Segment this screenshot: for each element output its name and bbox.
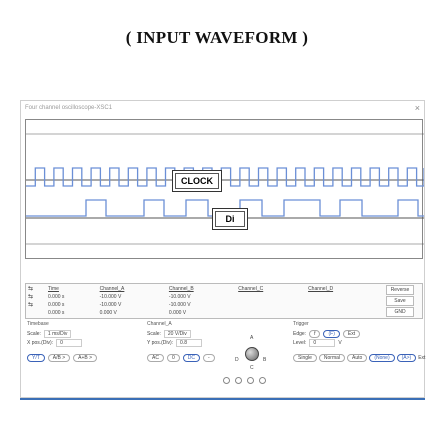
minus-coupling-button[interactable]: -	[202, 353, 215, 362]
trigger-header: Trigger	[293, 321, 309, 327]
yt-mode-button[interactable]: Y/T	[27, 353, 45, 362]
knob-label-c: C	[250, 365, 254, 371]
col-channel-b: Channel_B	[168, 286, 194, 292]
col-time: Time	[48, 286, 59, 292]
none-mode-button[interactable]: (None)	[369, 353, 395, 362]
col-channel-c: Channel_C	[238, 286, 264, 292]
edge-ext-button[interactable]: Ext	[342, 329, 361, 338]
window-title: Four channel oscilloscope-XSC1	[25, 105, 113, 111]
cursor-readout: ⇆ ⇆ ⇆ Time Channel_A Channel_B Channel_C C…	[25, 283, 423, 319]
dc-coupling-button[interactable]: DC	[182, 353, 200, 362]
edge-fall-button[interactable]: f	[309, 329, 321, 338]
timebase-scale[interactable]: 1 ms/Div	[43, 329, 72, 338]
timebase-xpos[interactable]: 0	[56, 338, 83, 347]
gnd-button[interactable]: GND	[386, 307, 414, 317]
channel-selector-knob[interactable]	[245, 347, 259, 361]
radio-d-icon[interactable]	[259, 377, 266, 384]
channel-group: Channel_A Scale: 20 V/Div Y pos.(Div): 0.8…	[147, 321, 257, 362]
channel-ypos[interactable]: 0.8	[176, 338, 203, 347]
knob-label-b: B	[263, 357, 267, 363]
reverse-button[interactable]: Reverse	[386, 285, 414, 295]
knob-label-a: A	[250, 335, 254, 341]
bottom-rule	[20, 398, 425, 400]
oscilloscope-window: Four channel oscilloscope-XSC1 × CLOCK D…	[20, 100, 425, 398]
timebase-group: Timebase Scale: 1 ms/Div X pos.(Div): 0 Y/…	[27, 321, 137, 362]
a-mode-button[interactable]: (A>)	[396, 353, 417, 362]
data-label: Di	[212, 208, 248, 230]
trigger-group: Trigger Edge: f (F) Ext Level: 0 V Single …	[293, 321, 426, 362]
scope-display: CLOCK Di	[25, 119, 424, 259]
col-channel-a: Channel_A	[99, 286, 125, 292]
edge-rise-button[interactable]: (F)	[323, 329, 340, 338]
col-channel-d: Channel_D	[308, 286, 334, 292]
save-button[interactable]: Save	[386, 296, 414, 306]
auto-mode-button[interactable]: Auto	[347, 353, 368, 362]
table-row: 0.000 s 0.000 V 0.000 V	[48, 310, 187, 316]
ab-mode-button[interactable]: A/B >	[47, 353, 71, 362]
control-panel: Timebase Scale: 1 ms/Div X pos.(Div): 0 Y/…	[25, 321, 426, 395]
page-heading: ( INPUT WAVEFORM )	[125, 28, 309, 47]
single-mode-button[interactable]: Single	[293, 353, 317, 362]
channel-header: Channel_A	[147, 321, 172, 327]
a-plus-b-mode-button[interactable]: A+B >	[73, 353, 98, 362]
close-icon[interactable]: ×	[415, 103, 420, 113]
cursor-arrows[interactable]: ⇆ ⇆ ⇆	[28, 285, 33, 309]
radio-a-icon[interactable]	[223, 377, 230, 384]
knob-label-d: D	[235, 357, 239, 363]
zero-coupling-button[interactable]: 0	[166, 353, 180, 362]
table-row: 0.000 s -10.000 V -10.000 V	[48, 294, 191, 300]
waveform-plot	[26, 133, 424, 245]
ac-coupling-button[interactable]: AC	[147, 353, 164, 362]
radio-b-icon[interactable]	[235, 377, 242, 384]
channel-scale[interactable]: 20 V/Div	[163, 329, 191, 338]
readout-table: Time Channel_A Channel_B Channel_C Chann…	[44, 285, 374, 317]
clock-trace	[26, 167, 424, 187]
normal-mode-button[interactable]: Normal	[318, 353, 346, 362]
radio-c-icon[interactable]	[247, 377, 254, 384]
clock-label: CLOCK	[172, 170, 222, 192]
timebase-header: Timebase	[27, 321, 49, 327]
trigger-level[interactable]: 0	[309, 338, 336, 347]
table-row: 0.000 s -10.000 V -10.000 V	[48, 302, 191, 308]
ext-mode-label[interactable]: Ext	[418, 355, 425, 361]
